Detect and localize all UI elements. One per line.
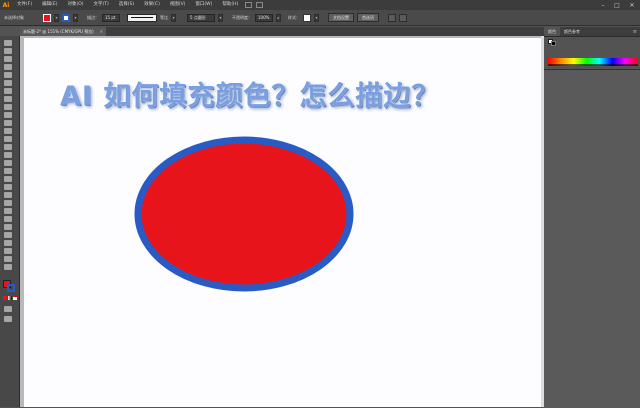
blend-tool-icon[interactable] <box>4 216 12 222</box>
zoom-tool-icon[interactable] <box>4 264 12 270</box>
menu-view[interactable]: 视图(V) <box>165 0 191 10</box>
mesh-tool-icon[interactable] <box>4 192 12 198</box>
object-status-label: 未选择对象 <box>4 14 24 20</box>
line-tool-icon[interactable] <box>4 96 12 102</box>
style-label: 样式： <box>288 14 300 20</box>
document-setup-button[interactable]: 文档设置 <box>328 13 354 22</box>
paintbrush-tool-icon[interactable] <box>4 112 12 118</box>
fill-swatch[interactable] <box>43 13 51 22</box>
toolbox <box>0 36 20 407</box>
stroke-profile-dropdown[interactable]: ▾ <box>171 13 176 22</box>
bridge-icon[interactable] <box>245 2 253 8</box>
rotate-tool-icon[interactable] <box>4 144 12 150</box>
close-tab-icon[interactable]: ✕ <box>100 29 103 34</box>
artboard[interactable]: AI 如何填充颜色？怎么描边？ <box>24 38 544 407</box>
arrange-documents-icon[interactable] <box>256 2 264 8</box>
menu-effect[interactable]: 效果(C) <box>139 0 165 10</box>
document-tab-title: 未标题-2* @ 151% (CMYK/GPU 预览) <box>23 28 94 34</box>
select-similar-icon[interactable] <box>388 13 396 22</box>
menu-bar: Ai 文件(F) 编辑(E) 对象(O) 文字(T) 选择(S) 效果(C) 视… <box>0 0 640 10</box>
symbol-sprayer-tool-icon[interactable] <box>4 224 12 230</box>
fill-dropdown[interactable]: ▾ <box>54 13 59 22</box>
lasso-tool-icon[interactable] <box>4 64 12 70</box>
opacity-label: 不透明度： <box>232 14 252 20</box>
ellipse-shape[interactable] <box>134 136 354 292</box>
style-dropdown[interactable]: ▾ <box>314 13 319 22</box>
brush-dropdown[interactable]: ▾ <box>218 13 223 22</box>
menu-select[interactable]: 选择(S) <box>114 0 139 10</box>
direct-selection-tool-icon[interactable] <box>4 48 12 54</box>
free-transform-tool-icon[interactable] <box>4 168 12 174</box>
menu-window[interactable]: 窗口(W) <box>190 0 217 10</box>
magic-wand-tool-icon[interactable] <box>4 56 12 62</box>
menu-file[interactable]: 文件(F) <box>12 0 37 10</box>
menu-type[interactable]: 文字(T) <box>89 0 114 10</box>
scale-tool-icon[interactable] <box>4 152 12 158</box>
menu-edit[interactable]: 编辑(E) <box>37 0 62 10</box>
close-window-button[interactable]: ✕ <box>625 0 639 10</box>
document-tab[interactable]: 未标题-2* @ 151% (CMYK/GPU 预览) ✕ <box>20 27 106 36</box>
stroke-weight-field[interactable]: 15 pt <box>102 13 120 22</box>
eraser-tool-icon[interactable] <box>4 136 12 142</box>
app-logo: Ai <box>2 1 10 9</box>
rectangle-tool-icon[interactable] <box>4 104 12 110</box>
brush-field[interactable]: 5 点圆形 <box>187 13 215 22</box>
curvature-tool-icon[interactable] <box>4 80 12 86</box>
slice-tool-icon[interactable] <box>4 248 12 254</box>
maximize-button[interactable]: □ <box>610 0 624 10</box>
canvas-area[interactable]: AI 如何填充颜色？怎么描边？ <box>20 36 544 407</box>
tab-color[interactable]: 颜色 <box>544 27 560 36</box>
ellipse-graphic[interactable] <box>132 136 356 296</box>
opacity-field[interactable]: 100% <box>255 13 273 22</box>
shape-builder-tool-icon[interactable] <box>4 176 12 182</box>
artboard-tool-icon[interactable] <box>4 240 12 246</box>
pen-tool-icon[interactable] <box>4 72 12 78</box>
minimize-button[interactable]: – <box>596 0 610 10</box>
color-panel-body <box>544 37 640 67</box>
panel-stroke-swatch[interactable] <box>551 41 556 46</box>
menu-object[interactable]: 对象(O) <box>62 0 88 10</box>
color-panel-header: 颜色 颜色参考 ≡ <box>544 27 640 37</box>
drawing-mode-icon[interactable] <box>4 306 12 312</box>
control-bar: 未选择对象 ▾ ▾ 描边： 15 pt 等比 ▾ 5 点圆形 ▾ 不透明度： 1… <box>0 10 640 26</box>
preferences-button[interactable]: 首选项 <box>357 13 379 22</box>
stroke-profile-preview[interactable] <box>127 13 157 22</box>
menu-help[interactable]: 帮助(H) <box>217 0 243 10</box>
headline-text[interactable]: AI 如何填充颜色？怎么描边？ <box>60 74 439 113</box>
type-tool-icon[interactable] <box>4 88 12 94</box>
right-panel-dock: 颜色 颜色参考 ≡ <box>544 27 640 408</box>
opacity-dropdown[interactable]: ▸ <box>276 13 281 22</box>
stroke-dropdown[interactable]: ▾ <box>73 13 78 22</box>
stroke-swatch[interactable] <box>62 13 70 22</box>
stroke-profile-line <box>131 17 153 18</box>
color-mode-icon[interactable] <box>3 296 7 300</box>
selection-tool-icon[interactable] <box>4 40 12 46</box>
hand-tool-icon[interactable] <box>4 256 12 262</box>
stroke-profile-label: 等比 <box>160 14 168 20</box>
eyedropper-tool-icon[interactable] <box>4 208 12 214</box>
arrange-icon[interactable] <box>399 13 407 22</box>
panel-menu-icon[interactable]: ≡ <box>633 29 637 35</box>
tab-color-guide[interactable]: 颜色参考 <box>560 27 584 36</box>
color-spectrum-dark-bar[interactable] <box>548 64 638 66</box>
gradient-mode-icon[interactable] <box>8 296 12 300</box>
toolbox-stroke-swatch[interactable] <box>7 284 15 292</box>
width-tool-icon[interactable] <box>4 160 12 166</box>
pencil-tool-icon[interactable] <box>4 120 12 126</box>
perspective-grid-tool-icon[interactable] <box>4 184 12 190</box>
document-tab-bar: 未标题-2* @ 151% (CMYK/GPU 预览) ✕ <box>20 27 544 36</box>
gradient-tool-icon[interactable] <box>4 200 12 206</box>
none-mode-icon[interactable] <box>13 296 17 300</box>
style-swatch[interactable] <box>303 13 311 22</box>
screen-mode-icon[interactable] <box>4 316 12 322</box>
column-graph-tool-icon[interactable] <box>4 232 12 238</box>
stroke-weight-label: 描边： <box>87 14 99 20</box>
shaper-tool-icon[interactable] <box>4 128 12 134</box>
panel-empty-area <box>544 69 640 408</box>
